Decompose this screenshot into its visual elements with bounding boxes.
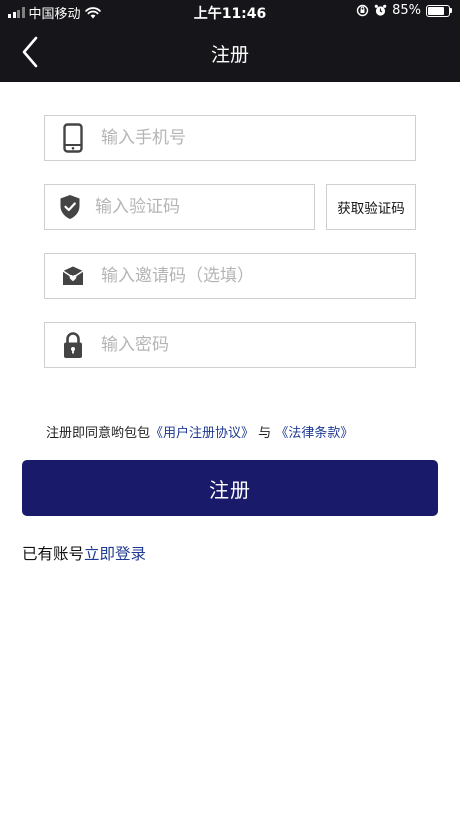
invite-code-field: [44, 253, 416, 299]
page-title: 注册: [210, 44, 249, 66]
invite-code-input[interactable]: [101, 254, 415, 298]
rotation-lock-icon: [356, 4, 369, 17]
user-agreement-link[interactable]: 《用户注册协议》: [150, 426, 254, 441]
agreement-prefix: 注册即同意哟包包: [46, 426, 151, 441]
phone-input[interactable]: [101, 116, 415, 160]
legal-terms-link[interactable]: 《法律条款》: [275, 426, 353, 441]
phone-icon: [45, 116, 101, 160]
shield-check-icon: [45, 185, 95, 229]
get-code-button[interactable]: 获取验证码: [326, 184, 416, 230]
alarm-icon: [374, 4, 387, 16]
phone-field: [44, 115, 416, 161]
nav-bar: 注册: [0, 24, 460, 82]
battery-percent: 85%: [392, 3, 421, 18]
battery-icon: [426, 4, 452, 17]
password-field: [44, 322, 416, 368]
lock-icon: [45, 323, 101, 367]
status-bar: 中国移动 上午11:46 85%: [0, 0, 460, 24]
login-prompt-text: 已有账号: [22, 545, 85, 563]
password-input[interactable]: [101, 323, 415, 367]
login-prompt: 已有账号立即登录: [22, 542, 146, 564]
login-link[interactable]: 立即登录: [84, 545, 146, 563]
register-button[interactable]: 注册: [22, 460, 438, 516]
envelope-heart-icon: [45, 254, 101, 298]
verification-code-input[interactable]: [95, 185, 314, 229]
verification-code-field: [44, 184, 315, 230]
agreement-text: 注册即同意哟包包《用户注册协议》 与 《法律条款》: [46, 422, 353, 441]
agreement-connector: 与: [258, 426, 272, 441]
app-header: 中国移动 上午11:46 85% 注册: [0, 0, 460, 82]
